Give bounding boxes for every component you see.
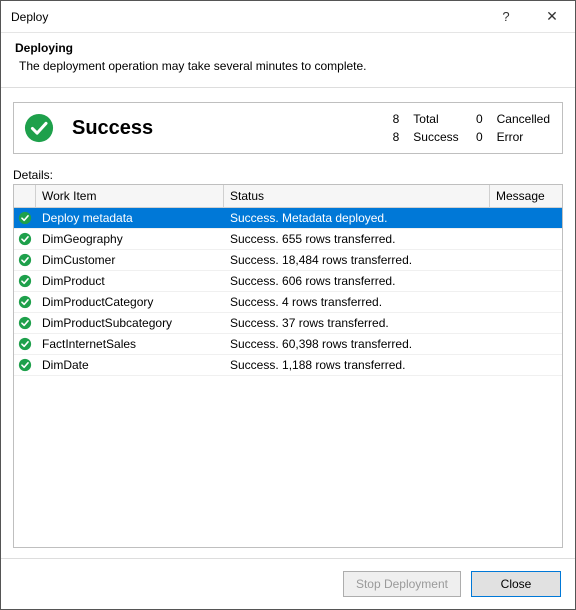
stat-cancelled-l: Cancelled [497,112,550,126]
row-status: Success. 60,398 rows transferred. [224,335,490,353]
window-close-button[interactable]: ✕ [529,1,575,33]
row-message [490,300,562,304]
row-status: Success. 37 rows transferred. [224,314,490,332]
row-work-item: DimCustomer [36,251,224,269]
success-check-icon [14,291,36,313]
col-header-status[interactable]: Status [224,185,490,207]
close-button[interactable]: Close [471,571,561,597]
details-grid: Work Item Status Message Deploy metadata… [13,184,563,548]
stat-cancelled-n: 0 [473,112,483,126]
success-check-icon [14,208,36,229]
header: Deploying The deployment operation may t… [1,33,575,88]
col-header-icon[interactable] [14,185,36,207]
row-work-item: DimProductCategory [36,293,224,311]
row-status: Success. 606 rows transferred. [224,272,490,290]
table-row[interactable]: DimCustomerSuccess. 18,484 rows transfer… [14,250,562,271]
success-check-icon [14,333,36,355]
table-row[interactable]: DimGeographySuccess. 655 rows transferre… [14,229,562,250]
grid-header: Work Item Status Message [14,185,562,208]
row-message [490,258,562,262]
table-row[interactable]: DimProductCategorySuccess. 4 rows transf… [14,292,562,313]
details-label: Details: [13,168,563,182]
row-message [490,363,562,367]
row-work-item: DimDate [36,356,224,374]
stop-deployment-button: Stop Deployment [343,571,461,597]
help-button[interactable]: ? [483,1,529,33]
row-message [490,237,562,241]
stat-success-l: Success [413,130,458,144]
stat-error-l: Error [497,130,550,144]
content: Success 8 Total 0 Cancelled 8 Success 0 … [1,88,575,558]
table-row[interactable]: DimProductSubcategorySuccess. 37 rows tr… [14,313,562,334]
row-work-item: FactInternetSales [36,335,224,353]
stat-error-n: 0 [473,130,483,144]
row-message [490,216,562,220]
table-row[interactable]: Deploy metadataSuccess. Metadata deploye… [14,208,562,229]
success-check-icon [14,270,36,292]
summary-panel: Success 8 Total 0 Cancelled 8 Success 0 … [13,102,563,154]
header-title: Deploying [15,41,561,55]
table-row[interactable]: FactInternetSalesSuccess. 60,398 rows tr… [14,334,562,355]
row-work-item: DimGeography [36,230,224,248]
table-row[interactable]: DimDateSuccess. 1,188 rows transferred. [14,355,562,376]
header-subtitle: The deployment operation may take severa… [15,59,561,73]
summary-label: Success [70,117,373,140]
row-work-item: DimProduct [36,272,224,290]
row-message [490,342,562,346]
success-check-icon [14,228,36,250]
success-check-icon [14,354,36,376]
row-work-item: Deploy metadata [36,209,224,227]
success-check-icon [14,249,36,271]
grid-body: Deploy metadataSuccess. Metadata deploye… [14,208,562,547]
table-row[interactable]: DimProductSuccess. 606 rows transferred. [14,271,562,292]
stat-total-l: Total [413,112,458,126]
footer: Stop Deployment Close [1,558,575,609]
stat-success-n: 8 [389,130,399,144]
window-title: Deploy [11,10,483,24]
row-work-item: DimProductSubcategory [36,314,224,332]
row-message [490,321,562,325]
summary-stats: 8 Total 0 Cancelled 8 Success 0 Error [389,112,550,144]
row-status: Success. 1,188 rows transferred. [224,356,490,374]
row-status: Success. 655 rows transferred. [224,230,490,248]
success-check-icon [24,113,54,143]
stat-total-n: 8 [389,112,399,126]
row-status: Success. 18,484 rows transferred. [224,251,490,269]
row-status: Success. 4 rows transferred. [224,293,490,311]
col-header-message[interactable]: Message [490,185,562,207]
success-check-icon [14,312,36,334]
title-bar: Deploy ? ✕ [1,1,575,33]
row-status: Success. Metadata deployed. [224,209,490,227]
row-message [490,279,562,283]
col-header-work[interactable]: Work Item [36,185,224,207]
